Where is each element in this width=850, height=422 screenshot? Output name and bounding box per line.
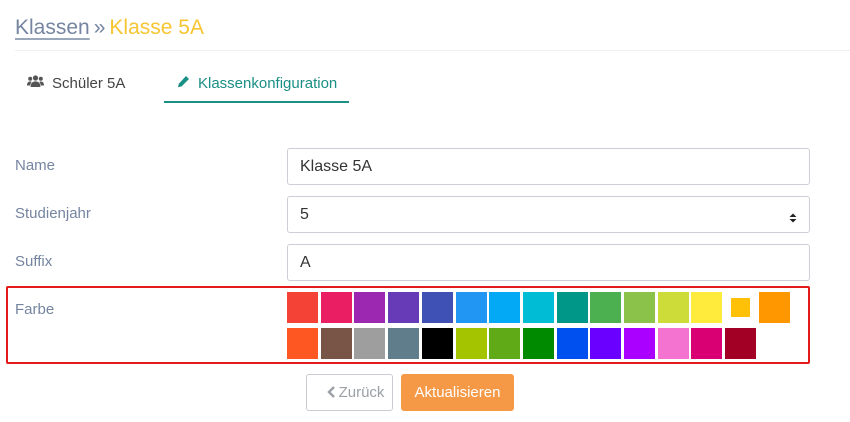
color-swatch[interactable] bbox=[354, 292, 386, 323]
tab-klassenkonfiguration-label: Klassenkonfiguration bbox=[198, 75, 338, 92]
breadcrumb-separator: » bbox=[93, 16, 106, 39]
users-icon bbox=[27, 70, 44, 98]
back-button[interactable]: Zurück bbox=[306, 374, 393, 411]
color-swatch[interactable] bbox=[421, 292, 453, 323]
color-swatch[interactable] bbox=[489, 328, 521, 359]
color-swatch[interactable] bbox=[455, 292, 487, 323]
color-swatch[interactable] bbox=[657, 328, 689, 359]
color-swatch[interactable] bbox=[556, 328, 588, 359]
color-swatch[interactable] bbox=[657, 292, 689, 323]
color-swatch[interactable] bbox=[287, 328, 318, 359]
name-input[interactable] bbox=[287, 148, 810, 185]
name-label: Name bbox=[15, 157, 56, 174]
studienjahr-select[interactable]: 5 bbox=[287, 196, 810, 233]
suffix-input[interactable] bbox=[287, 244, 810, 281]
color-swatch[interactable] bbox=[388, 292, 420, 323]
color-swatch[interactable] bbox=[320, 328, 352, 359]
breadcrumb-link-klassen[interactable]: Klassen bbox=[15, 16, 90, 39]
page-title: Klasse 5A bbox=[109, 16, 204, 39]
tab-schueler-label: Schüler 5A bbox=[52, 75, 126, 92]
chevron-left-icon bbox=[326, 376, 336, 411]
color-swatch[interactable] bbox=[354, 328, 386, 359]
tab-klassenkonfiguration[interactable]: Klassenkonfiguration bbox=[164, 70, 349, 103]
farbe-label: Farbe bbox=[15, 301, 55, 318]
color-swatch[interactable] bbox=[691, 328, 723, 359]
select-arrows-icon bbox=[789, 210, 797, 223]
update-button[interactable]: Aktualisieren bbox=[401, 374, 514, 411]
color-swatch[interactable] bbox=[691, 292, 723, 323]
color-swatch[interactable] bbox=[624, 292, 655, 323]
color-swatch[interactable] bbox=[731, 298, 751, 317]
color-swatch[interactable] bbox=[624, 328, 655, 359]
color-swatch[interactable] bbox=[758, 292, 790, 323]
studienjahr-value: 5 bbox=[300, 206, 309, 223]
color-swatch[interactable] bbox=[421, 328, 453, 359]
color-swatch[interactable] bbox=[320, 292, 352, 323]
color-swatch[interactable] bbox=[590, 292, 622, 323]
color-swatch[interactable] bbox=[725, 328, 757, 359]
back-button-label: Zurück bbox=[338, 384, 385, 401]
studienjahr-label: Studienjahr bbox=[15, 205, 91, 222]
breadcrumb: Klassen» Klasse 5A bbox=[15, 14, 204, 42]
header-divider bbox=[15, 50, 850, 51]
tab-schueler[interactable]: Schüler 5A bbox=[27, 70, 125, 103]
pencil-icon bbox=[177, 70, 190, 98]
color-swatch[interactable] bbox=[287, 292, 318, 323]
color-swatch[interactable] bbox=[556, 292, 588, 323]
color-swatch[interactable] bbox=[489, 292, 521, 323]
color-swatch[interactable] bbox=[388, 328, 420, 359]
color-swatch[interactable] bbox=[522, 292, 554, 323]
color-swatch[interactable] bbox=[522, 328, 554, 359]
suffix-label: Suffix bbox=[15, 253, 53, 270]
color-swatch[interactable] bbox=[590, 328, 622, 359]
color-swatch[interactable] bbox=[455, 328, 487, 359]
